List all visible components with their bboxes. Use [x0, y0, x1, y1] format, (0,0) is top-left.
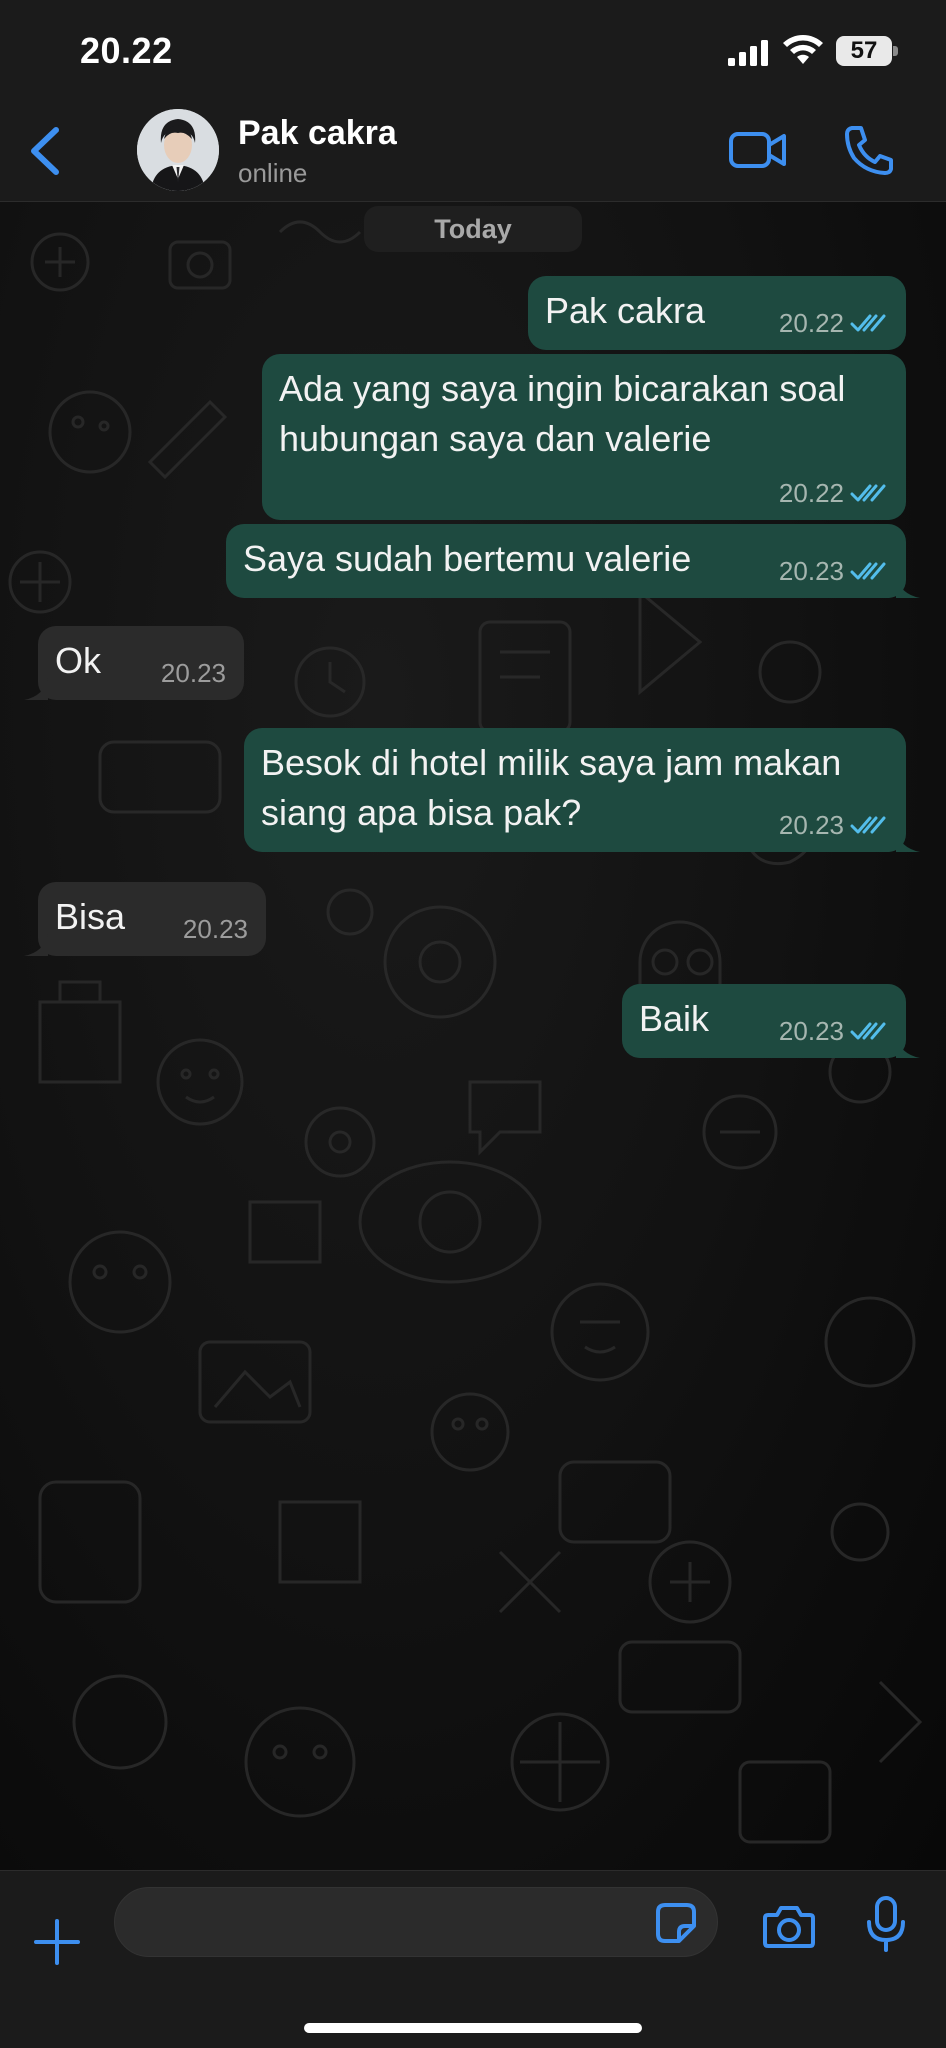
status-time: 20.22: [80, 30, 173, 71]
message-text: Baik: [639, 998, 710, 1039]
chat-header: Pak cakra online: [0, 100, 946, 202]
double-check-icon: [850, 314, 886, 332]
message-time: 20.23: [778, 1016, 844, 1046]
contact-status: online: [238, 158, 308, 188]
message-text: Bisa: [55, 896, 126, 937]
message-input-bar: [0, 1870, 946, 2048]
message-text-line: Besok di hotel milik saya jam makan: [261, 742, 842, 783]
bubble-tail: [896, 576, 920, 598]
message-bubble-outgoing[interactable]: Baik 20.23: [622, 984, 920, 1058]
sticker-icon[interactable]: [655, 1902, 697, 1944]
message-bubble-outgoing[interactable]: Saya sudah bertemu valerie 20.23: [226, 524, 920, 598]
message-input[interactable]: [139, 1888, 639, 1956]
date-separator: Today: [364, 206, 582, 252]
message-text-line: siang apa bisa pak?: [261, 792, 582, 833]
home-indicator: [304, 2023, 642, 2033]
message-time: 20.22: [778, 308, 844, 338]
message-input-field[interactable]: [114, 1887, 718, 1957]
message-bubble-outgoing[interactable]: Besok di hotel milik saya jam makan sian…: [244, 728, 920, 852]
message-text: Ok: [55, 640, 102, 681]
double-check-icon: [850, 562, 886, 580]
message-time: 20.23: [160, 658, 226, 688]
message-bubble-outgoing[interactable]: Ada yang saya ingin bicarakan soal hubun…: [262, 354, 906, 520]
message-time: 20.23: [778, 810, 844, 840]
message-time: 20.23: [182, 914, 248, 944]
microphone-icon[interactable]: [866, 1895, 906, 1953]
message-text: Ada yang saya ingin bicarakan soal hubun…: [279, 364, 845, 464]
chevron-left-icon[interactable]: [22, 122, 70, 180]
battery-icon: 57: [836, 36, 898, 66]
message-bubble-incoming[interactable]: Ok 20.23: [24, 626, 244, 700]
bubble-tail: [896, 830, 920, 852]
cellular-signal-icon: [728, 40, 768, 66]
video-camera-icon[interactable]: [728, 128, 788, 172]
message-text: Saya sudah bertemu valerie: [243, 538, 692, 579]
plus-icon[interactable]: [32, 1917, 82, 1967]
battery-level: 57: [850, 37, 878, 64]
message-text: Besok di hotel milik saya jam makan sian…: [261, 738, 841, 838]
message-time: 20.23: [778, 556, 844, 586]
bubble-tail: [24, 678, 48, 700]
bubble-tail: [24, 934, 48, 956]
message-bubble-outgoing[interactable]: Pak cakra 20.22: [528, 276, 906, 350]
message-text: Pak cakra: [545, 290, 706, 331]
status-bar: 20.22 57: [0, 0, 946, 100]
chat-area[interactable]: Today Pak cakra 20.22 Ada yang saya ingi…: [0, 202, 946, 1870]
message-text-line: hubungan saya dan valerie: [279, 418, 712, 459]
bubble-tail: [896, 1036, 920, 1058]
contact-name[interactable]: Pak cakra: [238, 114, 397, 153]
double-check-icon: [850, 484, 886, 502]
phone-icon[interactable]: [844, 124, 894, 176]
avatar[interactable]: [137, 109, 219, 191]
double-check-icon: [850, 816, 886, 834]
message-text-line: Ada yang saya ingin bicarakan soal: [279, 368, 846, 409]
wifi-icon: [783, 35, 823, 64]
double-check-icon: [850, 1022, 886, 1040]
camera-icon[interactable]: [762, 1903, 816, 1949]
message-bubble-incoming[interactable]: Bisa 20.23: [24, 882, 266, 956]
message-time: 20.22: [778, 478, 844, 508]
